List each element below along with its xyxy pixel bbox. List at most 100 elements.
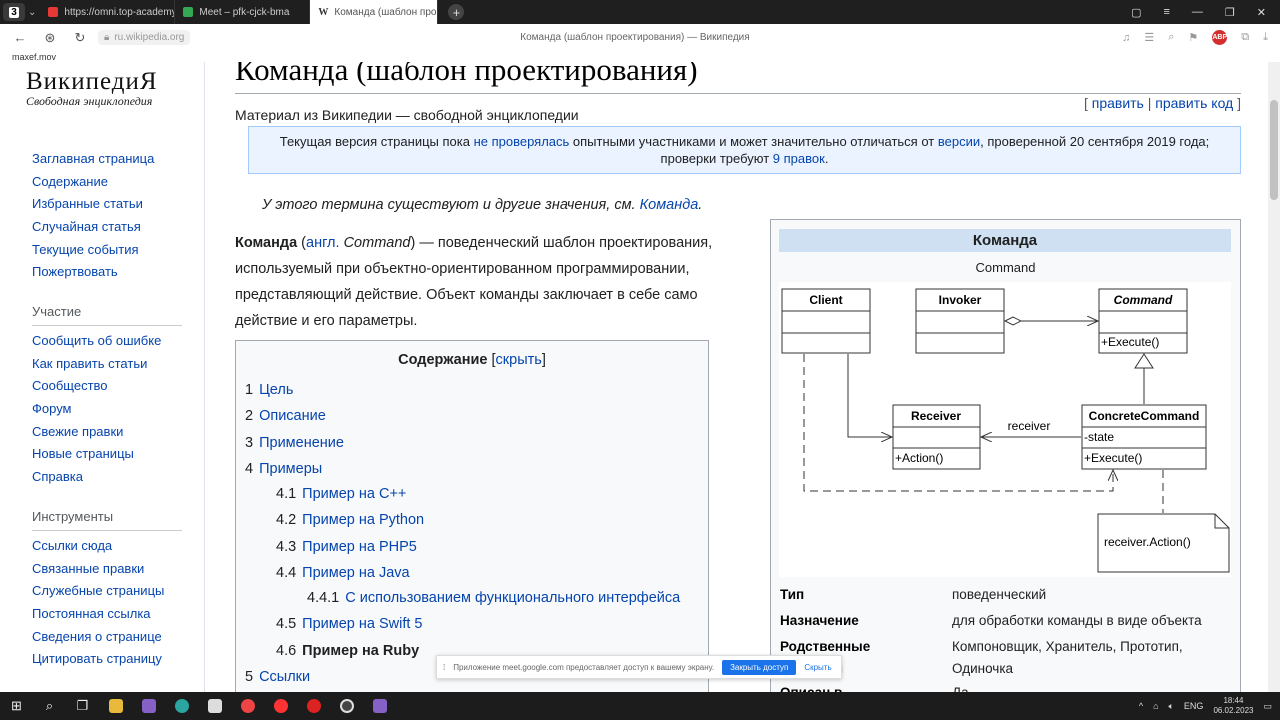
- toc-link[interactable]: Пример на Python: [302, 512, 424, 528]
- toc-link[interactable]: Применение: [259, 435, 344, 451]
- nav-current-events[interactable]: Текущие события: [32, 242, 139, 257]
- nav-recent-changes[interactable]: Свежие правки: [32, 424, 123, 439]
- nav-contents[interactable]: Содержание: [32, 174, 108, 189]
- extensions-icon[interactable]: ⧉: [1241, 31, 1249, 44]
- tab-meet[interactable]: Meet – pfk-cjck-bma: [175, 0, 311, 24]
- minimize-button[interactable]: —: [1192, 6, 1203, 19]
- toc-item[interactable]: 3 Применение: [245, 435, 344, 451]
- notifications-icon[interactable]: ▭: [1263, 701, 1272, 712]
- notice-edits-link[interactable]: 9 правок: [773, 151, 825, 166]
- toc-link[interactable]: С использованием функционального интерфе…: [345, 590, 680, 606]
- store-icon[interactable]: [198, 692, 231, 720]
- toc-link[interactable]: Примеры: [259, 461, 322, 477]
- nav-forum[interactable]: Форум: [32, 401, 72, 416]
- yandex-icon[interactable]: [264, 692, 297, 720]
- nav-new-pages[interactable]: Новые страницы: [32, 446, 134, 461]
- nav-featured[interactable]: Избранные статьи: [32, 196, 143, 211]
- toc-item[interactable]: 4 Примеры: [245, 461, 322, 477]
- toc-item[interactable]: 4.6 Пример на Ruby: [276, 643, 419, 659]
- headphones-icon[interactable]: ♫: [1122, 32, 1130, 44]
- hatnote-link[interactable]: Команда: [640, 197, 699, 213]
- toc-link[interactable]: Ссылки: [259, 669, 310, 685]
- toc-item[interactable]: 4.5 Пример на Swift 5: [276, 616, 423, 632]
- adblock-icon[interactable]: ABP: [1212, 30, 1228, 45]
- toc-link[interactable]: Описание: [259, 408, 326, 424]
- drag-handle-icon[interactable]: ⁞: [443, 663, 445, 672]
- toc-link[interactable]: Пример на Swift 5: [302, 616, 422, 632]
- nav-main-page[interactable]: Заглавная страница: [32, 151, 154, 166]
- yandex-browser-icon[interactable]: [297, 692, 330, 720]
- toc-item[interactable]: 5 Ссылки: [245, 669, 310, 685]
- url-field[interactable]: 🔒︎ ru.wikipedia.org: [98, 30, 191, 45]
- visual-studio-2-icon[interactable]: [363, 692, 396, 720]
- toc-link[interactable]: Пример на Ruby: [302, 643, 419, 659]
- nav-cite-page[interactable]: Цитировать страницу: [32, 651, 162, 666]
- file-explorer-icon[interactable]: [99, 692, 132, 720]
- nav-random[interactable]: Случайная статья: [32, 219, 141, 234]
- reload-icon[interactable]: ↻: [70, 30, 90, 46]
- nav-how-to-edit[interactable]: Как править статьи: [32, 356, 147, 371]
- toc-link[interactable]: Пример на Java: [302, 565, 409, 581]
- uml-diagram[interactable]: Client Invoker Command +Execute() Receiv…: [779, 282, 1231, 577]
- nav-help[interactable]: Справка: [32, 469, 83, 484]
- toc-item[interactable]: 1 Цель: [245, 382, 293, 398]
- obs-icon[interactable]: [330, 692, 363, 720]
- new-tab-button[interactable]: +: [448, 4, 465, 20]
- zoom-icon[interactable]: ⌕: [1168, 31, 1174, 44]
- toc-link[interactable]: Цель: [259, 382, 293, 398]
- edit-source-link[interactable]: править код: [1155, 95, 1233, 111]
- lang-link[interactable]: англ.: [306, 235, 340, 251]
- chrome-icon[interactable]: [231, 692, 264, 720]
- toc-link[interactable]: Пример на PHP5: [302, 539, 417, 555]
- menu-icon[interactable]: ≡: [1163, 6, 1169, 19]
- edge-icon[interactable]: [165, 692, 198, 720]
- download-icon[interactable]: ⤓: [1263, 31, 1268, 44]
- tab-counter[interactable]: 3: [3, 3, 25, 21]
- language-indicator[interactable]: ENG: [1184, 701, 1204, 711]
- nav-special-pages[interactable]: Служебные страницы: [32, 583, 164, 598]
- toc-item[interactable]: 4.2 Пример на Python: [276, 512, 424, 528]
- bookmark-icon[interactable]: ⚑: [1188, 31, 1198, 44]
- toc-item[interactable]: 2 Описание: [245, 408, 326, 424]
- notice-version-link[interactable]: версии: [938, 134, 980, 149]
- nav-permanent-link[interactable]: Постоянная ссылка: [32, 606, 151, 621]
- protect-icon[interactable]: ⊛: [40, 30, 60, 46]
- tab-wikipedia[interactable]: W Команда (шаблон про ✕: [310, 0, 439, 24]
- infobox-value[interactable]: Компоновщик, Хранитель, Прототип, Одиноч…: [952, 636, 1237, 680]
- visual-studio-icon[interactable]: [132, 692, 165, 720]
- toc-item[interactable]: 4.3 Пример на PHP5: [276, 539, 417, 555]
- nav-page-info[interactable]: Сведения о странице: [32, 629, 162, 644]
- stop-sharing-button[interactable]: Закрыть доступ: [722, 659, 797, 675]
- wikipedia-logo[interactable]: ВикипедиЯ Свободная энциклопедия: [26, 68, 196, 109]
- back-arrow-icon[interactable]: ←: [10, 30, 30, 45]
- bookmarks-icon[interactable]: ▢: [1131, 6, 1141, 19]
- reader-icon[interactable]: ☰: [1144, 31, 1154, 44]
- tray-chevron-icon[interactable]: ^: [1139, 701, 1143, 711]
- page-scrollbar[interactable]: [1268, 62, 1280, 692]
- task-view-icon[interactable]: ❐: [66, 692, 99, 720]
- toc-item[interactable]: 4.1 Пример на C++: [276, 486, 406, 502]
- nav-donate[interactable]: Пожертвовать: [32, 264, 118, 279]
- toc-hide-link[interactable]: скрыть: [496, 352, 542, 368]
- search-icon[interactable]: ⌕: [33, 692, 66, 720]
- nav-what-links-here[interactable]: Ссылки сюда: [32, 538, 112, 553]
- scrollbar-thumb[interactable]: [1270, 100, 1278, 200]
- volume-icon[interactable]: 🔈︎: [1169, 701, 1174, 712]
- maximize-button[interactable]: ❐: [1225, 6, 1235, 19]
- toc-item[interactable]: 4.4.1 С использованием функционального ин…: [307, 590, 680, 606]
- hide-banner-button[interactable]: Скрыть: [804, 663, 831, 672]
- tab-omni[interactable]: https://omni.top-academy: [40, 0, 176, 24]
- clock[interactable]: 18:44 06.02.2023: [1213, 696, 1253, 716]
- chevron-down-icon[interactable]: ⌄: [28, 7, 36, 18]
- infobox-title: Команда: [779, 229, 1231, 252]
- nav-report-error[interactable]: Сообщить об ошибке: [32, 333, 161, 348]
- notice-unreviewed-link[interactable]: не проверялась: [474, 134, 570, 149]
- network-icon[interactable]: ⌂: [1153, 701, 1158, 711]
- nav-community[interactable]: Сообщество: [32, 378, 108, 393]
- windows-start-icon[interactable]: ⊞: [0, 692, 33, 720]
- toc-link[interactable]: Пример на C++: [302, 486, 406, 502]
- nav-related-changes[interactable]: Связанные правки: [32, 561, 144, 576]
- edit-link[interactable]: править: [1092, 95, 1144, 111]
- close-window-button[interactable]: ✕: [1257, 6, 1266, 19]
- toc-item[interactable]: 4.4 Пример на Java: [276, 565, 410, 581]
